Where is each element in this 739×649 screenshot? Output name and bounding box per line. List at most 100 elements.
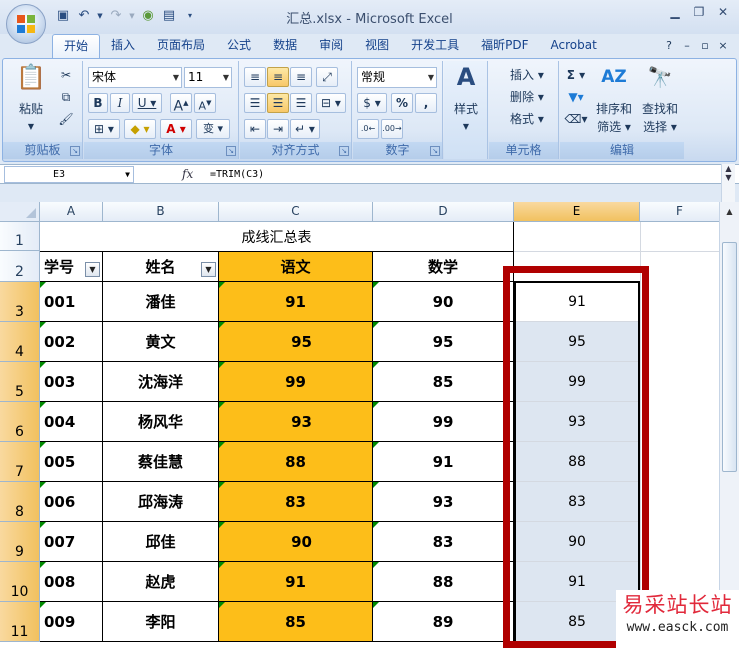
- filter-dropdown-icon[interactable]: ▼: [85, 262, 100, 277]
- column-header-b[interactable]: B: [103, 202, 219, 222]
- row-header-9[interactable]: 9: [0, 522, 40, 562]
- cell-chinese[interactable]: 83: [219, 482, 373, 522]
- help-icon[interactable]: ?: [661, 38, 677, 54]
- cell-id[interactable]: 003: [40, 362, 103, 402]
- styles-dropdown-icon[interactable]: ▼: [446, 117, 486, 137]
- styles-icon[interactable]: A: [450, 63, 482, 95]
- paste-dropdown-icon[interactable]: ▼: [9, 117, 53, 137]
- decrease-indent-button[interactable]: ⇤: [244, 119, 266, 139]
- tab-acrobat[interactable]: Acrobat: [540, 34, 608, 58]
- cell-name[interactable]: 蔡佳慧: [103, 442, 219, 482]
- cell-math[interactable]: 83: [373, 522, 514, 562]
- row-header-5[interactable]: 5: [0, 362, 40, 402]
- cell-name[interactable]: 李阳: [103, 602, 219, 642]
- filter-dropdown-icon[interactable]: ▼: [201, 262, 216, 277]
- tab-formulas[interactable]: 公式: [216, 34, 262, 58]
- underline-button[interactable]: U ▾: [132, 93, 162, 113]
- cell-id[interactable]: 006: [40, 482, 103, 522]
- cell-name[interactable]: 潘佳: [103, 282, 219, 322]
- styles-button[interactable]: 样式: [446, 99, 486, 119]
- row-header-4[interactable]: 4: [0, 322, 40, 362]
- delete-cells-button[interactable]: 删除 ▾: [491, 87, 555, 107]
- clear-button[interactable]: ⌫▾: [562, 109, 590, 129]
- cell-name[interactable]: 邱海涛: [103, 482, 219, 522]
- alignment-launcher-icon[interactable]: ↘: [339, 146, 349, 156]
- cell-id[interactable]: 002: [40, 322, 103, 362]
- cell-name[interactable]: 杨风华: [103, 402, 219, 442]
- align-middle-button[interactable]: ≡: [267, 67, 289, 87]
- align-left-button[interactable]: ☰: [244, 93, 266, 113]
- formula-input[interactable]: =TRIM(C3): [210, 166, 264, 183]
- vertical-scrollbar[interactable]: ▲: [719, 202, 739, 649]
- phonetic-button[interactable]: 变 ▾: [196, 119, 230, 139]
- name-box[interactable]: E3 ▼: [4, 166, 134, 183]
- fill-color-button[interactable]: ◆ ▾: [124, 119, 156, 139]
- row-header-10[interactable]: 10: [0, 562, 40, 602]
- row-header-6[interactable]: 6: [0, 402, 40, 442]
- insert-function-icon[interactable]: fx: [182, 167, 193, 181]
- autosum-button[interactable]: Σ ▾: [562, 65, 590, 85]
- row-header-11[interactable]: 11: [0, 602, 40, 642]
- cell-math[interactable]: 85: [373, 362, 514, 402]
- cell-math[interactable]: 93: [373, 482, 514, 522]
- tab-page-layout[interactable]: 页面布局: [146, 34, 216, 58]
- tab-review[interactable]: 审阅: [308, 34, 354, 58]
- scroll-thumb[interactable]: [722, 242, 737, 472]
- percent-button[interactable]: %: [391, 93, 413, 113]
- workbook-restore-icon[interactable]: ▫: [697, 38, 713, 54]
- cell-math[interactable]: 95: [373, 322, 514, 362]
- office-button[interactable]: [6, 4, 46, 44]
- name-box-dropdown-icon[interactable]: ▼: [125, 167, 130, 182]
- align-center-button[interactable]: ☰: [267, 93, 289, 113]
- increase-indent-button[interactable]: ⇥: [267, 119, 289, 139]
- bold-button[interactable]: B: [88, 93, 108, 113]
- table-title[interactable]: 成线汇总表: [40, 222, 514, 251]
- workbook-close-icon[interactable]: ×: [715, 38, 731, 54]
- column-header-f[interactable]: F: [640, 202, 720, 222]
- cell-name[interactable]: 赵虎: [103, 562, 219, 602]
- cell-chinese[interactable]: 88: [219, 442, 373, 482]
- wrap-text-button[interactable]: ↵ ▾: [290, 119, 320, 139]
- cell-math[interactable]: 88: [373, 562, 514, 602]
- column-header-e[interactable]: E: [514, 202, 640, 222]
- header-cell-chinese[interactable]: 语文: [219, 251, 373, 282]
- cell-math[interactable]: 99: [373, 402, 514, 442]
- close-icon[interactable]: ✕: [711, 2, 735, 22]
- cell-chinese[interactable]: 85: [219, 602, 373, 642]
- sort-filter-button-line2[interactable]: 筛选 ▾: [592, 117, 636, 137]
- sort-filter-button[interactable]: 排序和: [592, 99, 636, 119]
- tab-developer[interactable]: 开发工具: [400, 34, 470, 58]
- sort-filter-icon[interactable]: AZ: [594, 63, 634, 91]
- insert-cells-button[interactable]: 插入 ▾: [491, 65, 555, 85]
- cell-math[interactable]: 89: [373, 602, 514, 642]
- copy-icon[interactable]: ⧉: [55, 87, 77, 107]
- column-header-c[interactable]: C: [219, 202, 373, 222]
- cell-chinese[interactable]: 91: [219, 562, 373, 602]
- increase-font-button[interactable]: A▲: [170, 93, 192, 115]
- decrease-font-button[interactable]: A▼: [194, 93, 216, 113]
- font-size-dropdown-icon[interactable]: ▼: [223, 68, 229, 87]
- row-header-8[interactable]: 8: [0, 482, 40, 522]
- currency-button[interactable]: $ ▾: [357, 93, 387, 113]
- tab-insert[interactable]: 插入: [100, 34, 146, 58]
- tab-foxit-pdf[interactable]: 福昕PDF: [470, 34, 539, 58]
- align-right-button[interactable]: ☰: [290, 93, 312, 113]
- column-header-a[interactable]: A: [40, 202, 103, 222]
- row-header-2[interactable]: 2: [0, 251, 40, 282]
- border-button[interactable]: ⊞ ▾: [88, 119, 120, 139]
- tab-data[interactable]: 数据: [262, 34, 308, 58]
- row-header-3[interactable]: 3: [0, 282, 40, 322]
- minimize-icon[interactable]: ▁: [663, 2, 687, 22]
- number-launcher-icon[interactable]: ↘: [430, 146, 440, 156]
- cut-icon[interactable]: ✂: [55, 65, 77, 85]
- cell-chinese[interactable]: 93: [219, 402, 373, 442]
- cell-chinese[interactable]: 99: [219, 362, 373, 402]
- number-format-combo[interactable]: 常规 ▼: [357, 67, 437, 88]
- cell-chinese[interactable]: 90: [219, 522, 373, 562]
- cell-math[interactable]: 90: [373, 282, 514, 322]
- cell-id[interactable]: 009: [40, 602, 103, 642]
- comma-button[interactable]: ,: [415, 93, 437, 113]
- paste-icon[interactable]: 📋: [11, 63, 51, 97]
- clipboard-launcher-icon[interactable]: ↘: [70, 146, 80, 156]
- header-cell-math[interactable]: 数学: [373, 251, 514, 282]
